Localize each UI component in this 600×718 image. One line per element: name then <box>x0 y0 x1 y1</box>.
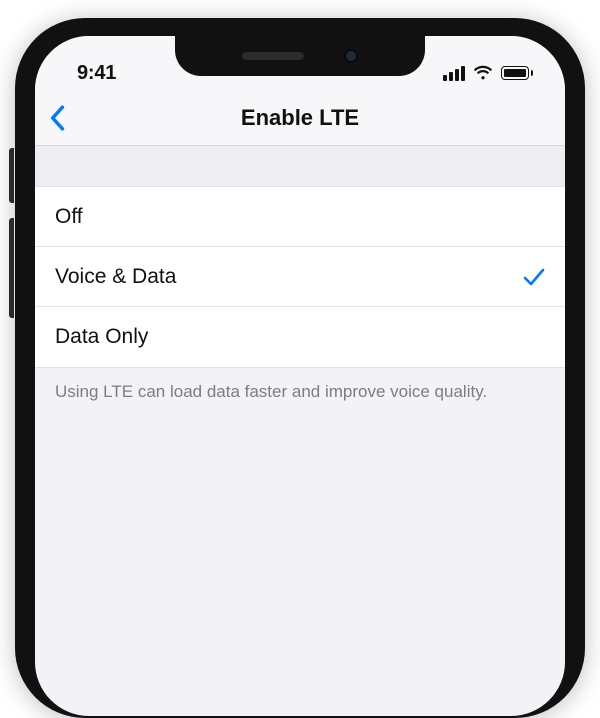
chevron-left-icon <box>49 105 65 131</box>
front-camera <box>344 49 358 63</box>
device-notch <box>175 36 425 76</box>
wifi-icon <box>472 65 494 81</box>
option-label: Off <box>55 205 83 229</box>
section-footer-note: Using LTE can load data faster and impro… <box>35 368 565 416</box>
section-spacer <box>35 146 565 186</box>
speaker-grille <box>242 52 304 60</box>
checkmark-icon <box>523 267 545 287</box>
battery-icon <box>501 66 533 80</box>
status-icons <box>443 65 533 81</box>
navigation-bar: Enable LTE <box>35 90 565 146</box>
option-voice-and-data[interactable]: Voice & Data <box>35 247 565 307</box>
page-title: Enable LTE <box>35 105 565 131</box>
phone-screen: 9:41 <box>35 36 565 716</box>
option-data-only[interactable]: Data Only <box>35 307 565 367</box>
option-off[interactable]: Off <box>35 187 565 247</box>
cellular-signal-icon <box>443 66 465 81</box>
status-time: 9:41 <box>77 62 116 85</box>
option-label: Data Only <box>55 325 148 349</box>
options-list: Off Voice & Data Data Only <box>35 186 565 368</box>
phone-frame: 9:41 <box>15 18 585 718</box>
option-label: Voice & Data <box>55 265 176 289</box>
back-button[interactable] <box>49 105 65 131</box>
